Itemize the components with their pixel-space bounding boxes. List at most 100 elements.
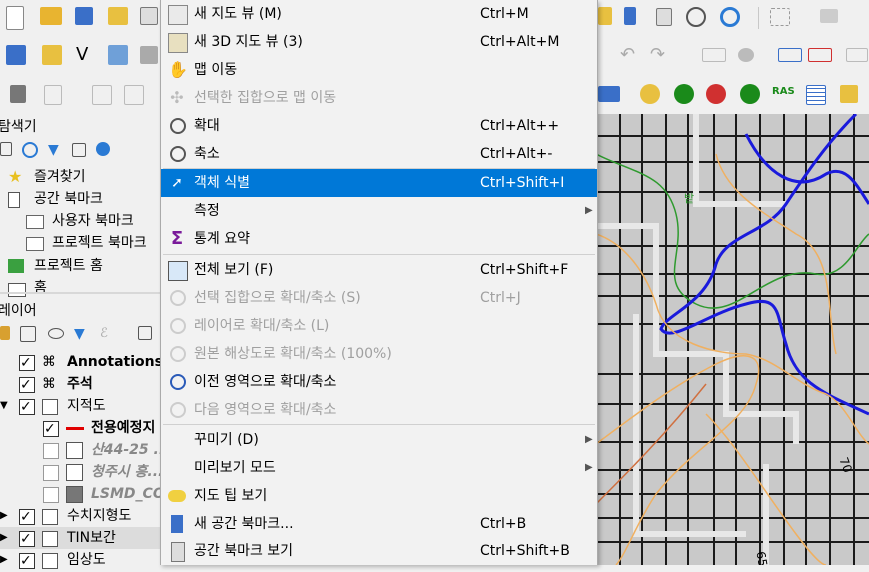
- layer-checkbox[interactable]: [19, 506, 35, 528]
- menu-item-zoom-last[interactable]: 이전 영역으로 확대/축소: [161, 368, 597, 396]
- clock-icon[interactable]: [686, 7, 706, 27]
- menu-item-show-spatial-bookmarks[interactable]: 공간 북마크 보기 Ctrl+Shift+B: [161, 537, 597, 565]
- layer-filter-icon[interactable]: ▼: [74, 326, 96, 348]
- menu-label: 선택한 집합으로 맵 이동: [194, 90, 337, 106]
- menu-item-pan-to-selection[interactable]: ✣ 선택한 집합으로 맵 이동: [161, 84, 597, 112]
- sigma-icon: Σ: [170, 228, 184, 249]
- refresh-icon[interactable]: [720, 7, 740, 27]
- print-layout-icon[interactable]: [140, 7, 158, 25]
- home-folder-icon: [8, 283, 26, 297]
- expand-arrow-icon[interactable]: ▶: [0, 527, 8, 549]
- new-project-icon[interactable]: [6, 6, 24, 30]
- menu-item-pan-map[interactable]: ✋ 맵 이동: [161, 56, 597, 84]
- toolbar-grid-icon[interactable]: [140, 46, 158, 64]
- layer-checkbox[interactable]: [43, 465, 59, 481]
- plugin-globe-icon[interactable]: [640, 84, 660, 104]
- curve-tool-icon[interactable]: [840, 85, 858, 103]
- menu-item-preview-mode[interactable]: 미리보기 모드 ▶: [161, 454, 597, 482]
- toolbar-edit-icon[interactable]: [92, 85, 112, 105]
- menu-item-zoom-full[interactable]: 전체 보기 (F) Ctrl+Shift+F: [161, 256, 597, 284]
- label-abc-icon[interactable]: [702, 48, 726, 62]
- label-gray-icon[interactable]: [846, 48, 868, 62]
- add-layer-icon[interactable]: [42, 45, 62, 65]
- menu-label: 선택 집합으로 확대/축소 (S): [194, 290, 361, 306]
- info-icon[interactable]: [96, 142, 110, 156]
- menu-shortcut: Ctrl+Shift+F: [480, 262, 569, 278]
- expand-all-icon[interactable]: [138, 326, 152, 340]
- add-selected-icon[interactable]: [0, 142, 12, 156]
- annotation-layer-icon: ⌘: [42, 376, 56, 392]
- menu-item-zoom-out[interactable]: 축소 Ctrl+Alt+-: [161, 140, 597, 168]
- eye-icon[interactable]: [48, 328, 64, 339]
- menu-item-measure[interactable]: 측정 ▶: [161, 197, 597, 225]
- label-red-icon[interactable]: [808, 48, 832, 62]
- layout-manager-icon[interactable]: [598, 7, 612, 25]
- menu-item-identify-features[interactable]: ➚ 객체 식별 Ctrl+Shift+I: [161, 169, 597, 197]
- expand-arrow-icon[interactable]: ▶: [0, 505, 8, 527]
- toolbar-edit2-icon[interactable]: [124, 85, 144, 105]
- submenu-arrow-icon: ▶: [585, 434, 593, 445]
- layer-checkbox[interactable]: [43, 418, 59, 440]
- select-features-icon[interactable]: [770, 8, 790, 26]
- browser-refresh-icon[interactable]: [22, 142, 38, 158]
- raster-label-icon[interactable]: RAS: [772, 86, 795, 97]
- menu-item-new-map-view[interactable]: 새 지도 뷰 (M) Ctrl+M: [161, 0, 597, 28]
- layer-checkbox[interactable]: [43, 487, 59, 503]
- menu-item-zoom-next[interactable]: 다음 영역으로 확대/축소: [161, 396, 597, 424]
- grid-table-icon[interactable]: [806, 85, 826, 105]
- layer-label: Annotations: [67, 354, 163, 370]
- collapse-icon[interactable]: [72, 143, 86, 157]
- menu-item-decorations[interactable]: 꾸미기 (D) ▶: [161, 426, 597, 454]
- open-project-icon[interactable]: [40, 7, 62, 25]
- undo-icon[interactable]: ↶: [620, 46, 642, 70]
- map-canvas[interactable]: 밭 70 65: [596, 114, 869, 565]
- menu-item-zoom-native[interactable]: 원본 해상도로 확대/축소 (100%): [161, 340, 597, 368]
- layer-checkbox[interactable]: [19, 528, 35, 550]
- layer-style-icon[interactable]: [0, 326, 10, 340]
- filter-icon[interactable]: ▼: [48, 142, 70, 164]
- vertex-tool-icon[interactable]: V: [76, 44, 98, 66]
- zoom-native-icon: [170, 346, 186, 362]
- save-project-icon[interactable]: [75, 7, 93, 25]
- redo-icon[interactable]: ↷: [650, 46, 672, 70]
- map-green-label: 밭: [684, 192, 695, 205]
- expression-filter-icon[interactable]: ℰ: [100, 326, 122, 348]
- menu-item-new-3d-map-view[interactable]: 새 3D 지도 뷰 (3) Ctrl+Alt+M: [161, 28, 597, 56]
- label-pin-icon[interactable]: [738, 48, 754, 62]
- plugin-target1-icon[interactable]: [674, 84, 694, 104]
- pin-icon[interactable]: [624, 7, 636, 25]
- label-blue-icon[interactable]: [778, 48, 802, 62]
- menu-item-new-spatial-bookmark[interactable]: 새 공간 북마크... Ctrl+B: [161, 510, 597, 538]
- plugin-target3-icon[interactable]: [740, 84, 760, 104]
- layer-checkbox[interactable]: [19, 550, 35, 572]
- menu-item-zoom-to-layer[interactable]: 레이어로 확대/축소 (L): [161, 312, 597, 340]
- menu-item-map-tips[interactable]: 지도 팁 보기: [161, 482, 597, 510]
- expand-arrow-icon[interactable]: ▼: [0, 395, 8, 417]
- tools-icon[interactable]: [10, 85, 26, 103]
- layer-checkbox[interactable]: [43, 443, 59, 459]
- layer-checkbox[interactable]: [19, 374, 35, 396]
- menu-shortcut: Ctrl+J: [480, 290, 521, 306]
- expand-arrow-icon[interactable]: ▶: [0, 549, 8, 571]
- digitize-icon[interactable]: [6, 45, 26, 65]
- layer-label: 전용예정지: [91, 420, 156, 436]
- plugin-target2-icon[interactable]: [706, 84, 726, 104]
- menu-item-zoom-to-selection[interactable]: 선택 집합으로 확대/축소 (S) Ctrl+J: [161, 284, 597, 312]
- layer-checkbox[interactable]: [19, 396, 35, 418]
- menu-item-statistical-summary[interactable]: Σ 통계 요약: [161, 225, 597, 253]
- menu-label: 새 공간 북마크...: [194, 516, 294, 532]
- feather-icon[interactable]: [108, 45, 128, 65]
- menu-item-zoom-in[interactable]: 확대 Ctrl+Alt++: [161, 112, 597, 140]
- add-group-icon[interactable]: [20, 326, 36, 342]
- toolbar-model-icon[interactable]: [598, 86, 620, 102]
- layers-panel-title: 레이어: [0, 303, 37, 319]
- layer-group-row[interactable]: ▶ TIN보간: [0, 527, 160, 550]
- group-icon: [42, 509, 58, 525]
- deselect-icon[interactable]: [820, 9, 838, 23]
- save-as-icon[interactable]: [108, 7, 128, 25]
- layers-toolbar: ▼ ℰ: [0, 324, 160, 346]
- bookmark-icon[interactable]: [656, 8, 672, 26]
- layer-checkbox[interactable]: [19, 352, 35, 374]
- toolbar-doc-icon[interactable]: [44, 85, 62, 105]
- menu-label: 측정: [194, 203, 220, 219]
